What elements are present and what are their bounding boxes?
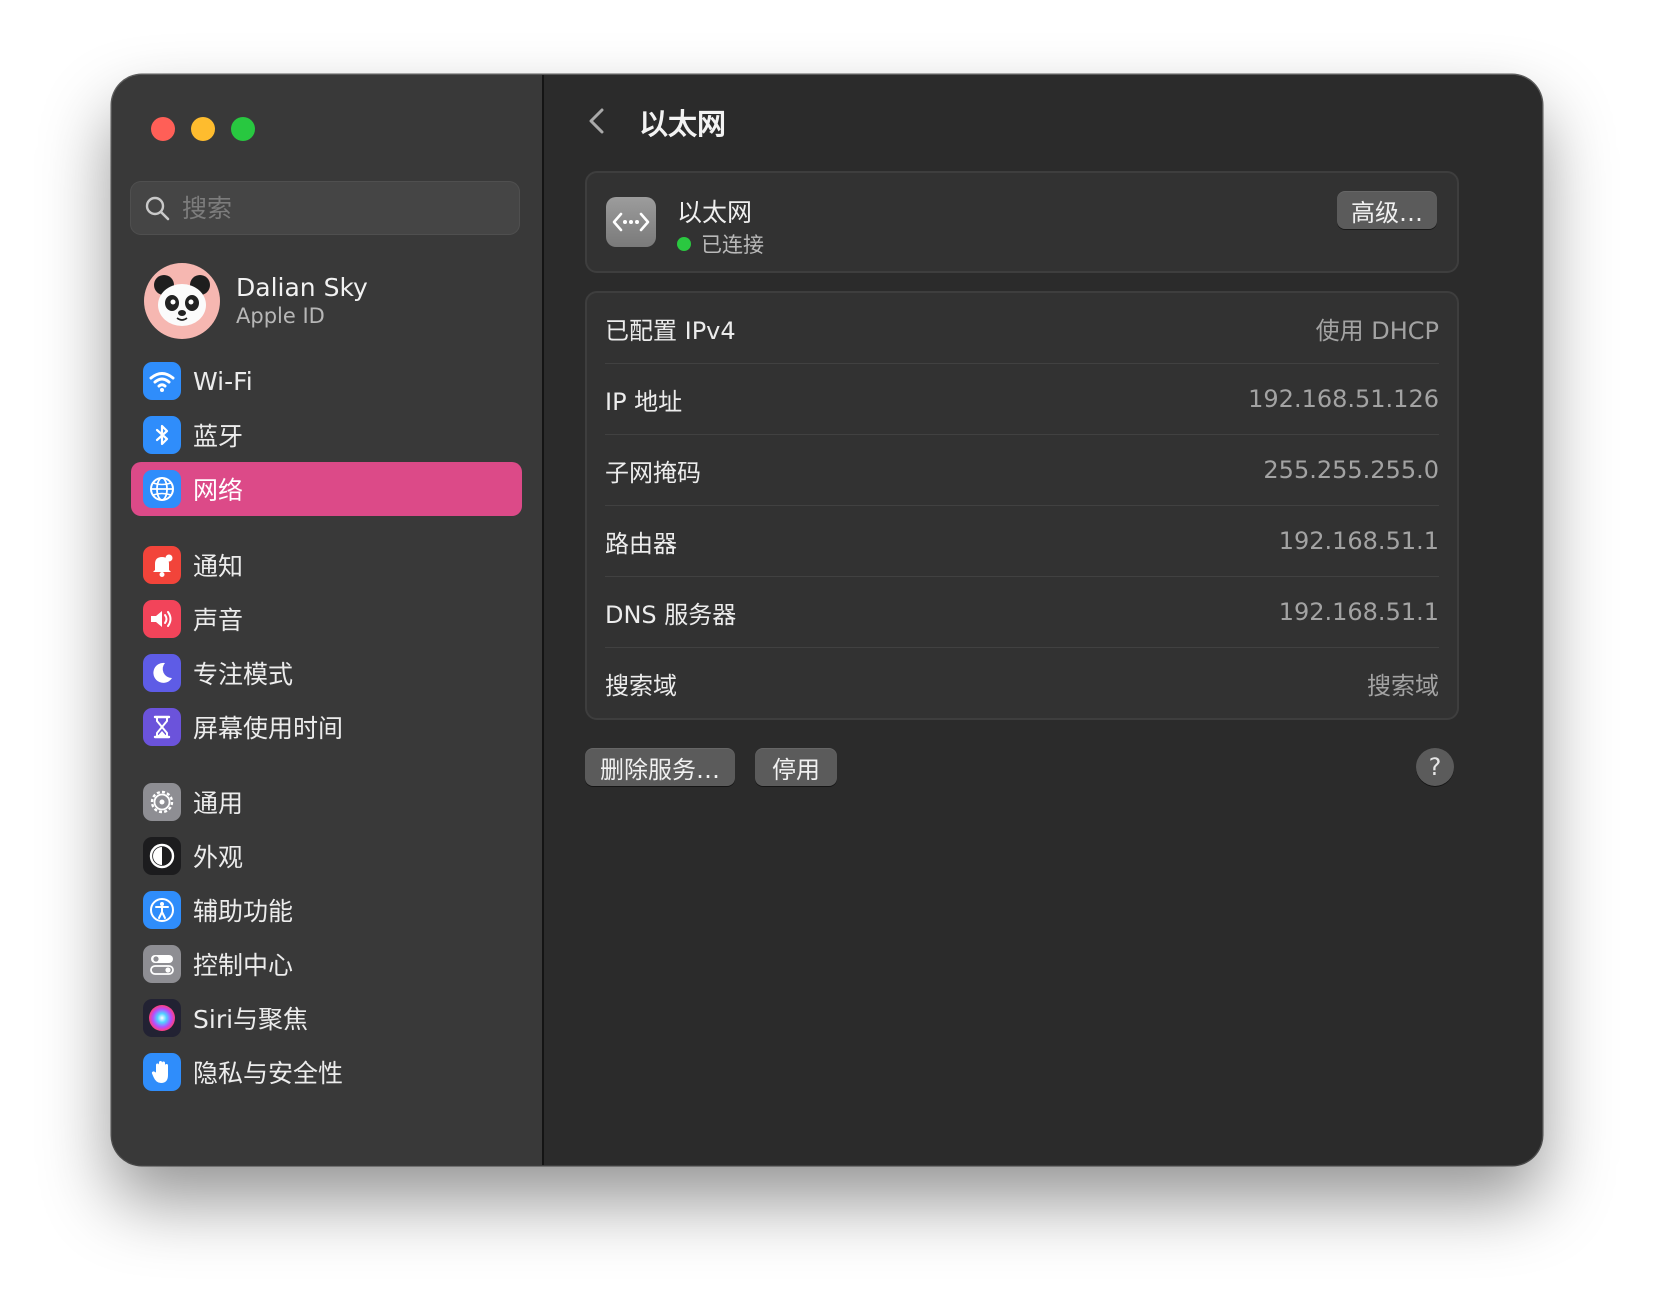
sidebar-item-label: 蓝牙 [193,422,244,451]
sidebar-item-general[interactable]: 通用 [131,775,522,829]
detail-row-dns: DNS 服务器 192.168.51.1 [605,577,1439,648]
detail-label: 搜索域 [605,671,677,700]
detail-label: IP 地址 [605,387,683,416]
detail-row-search-domain: 搜索域 搜索域 [605,648,1439,718]
sidebar-group-connectivity: Wi-Fi 蓝牙 网络 [131,354,522,516]
sidebar-item-label: 通用 [193,789,244,818]
sidebar-item-siri[interactable]: Siri与聚焦 [131,991,522,1045]
avatar [144,263,220,339]
window-controls [151,117,255,141]
appearance-icon [143,837,181,875]
sidebar: Dalian Sky Apple ID Wi-Fi [112,75,544,1165]
hourglass-icon [143,708,181,746]
panda-avatar-icon [154,275,210,326]
sidebar-item-notifications[interactable]: 通知 [131,538,522,592]
sidebar-item-label: 声音 [193,606,244,635]
zoom-button[interactable] [231,117,255,141]
detail-value: 192.168.51.1 [1278,527,1439,555]
sidebar-item-accessibility[interactable]: 辅助功能 [131,883,522,937]
sidebar-group-system: 通用 外观 辅助功能 控制中心 Siri与聚焦 隐私与安全性 [131,775,522,1099]
sidebar-item-label: 网络 [193,476,244,505]
sidebar-item-label: 通知 [193,552,244,581]
sidebar-item-network[interactable]: 网络 [131,462,522,516]
ethernet-icon [606,197,656,247]
advanced-button[interactable]: 高级… [1337,191,1437,229]
profile-name: Dalian Sky [236,273,368,302]
sidebar-item-privacy[interactable]: 隐私与安全性 [131,1045,522,1099]
detail-label: 已配置 IPv4 [605,316,736,345]
sidebar-item-appearance[interactable]: 外观 [131,829,522,883]
speaker-icon [143,600,181,638]
detail-row-router: 路由器 192.168.51.1 [605,506,1439,577]
detail-value: 192.168.51.1 [1278,598,1439,626]
search-icon [145,196,170,221]
detail-value: 搜索域 [1367,671,1439,700]
page-title: 以太网 [639,107,727,141]
disable-button[interactable]: 停用 [755,748,837,786]
detail-row-ipv4[interactable]: 已配置 IPv4 使用 DHCP [605,293,1439,364]
settings-window: Dalian Sky Apple ID Wi-Fi [112,75,1542,1165]
sidebar-item-label: Wi-Fi [193,366,253,396]
sidebar-item-label: 专注模式 [193,660,294,689]
minimize-button[interactable] [191,117,215,141]
service-card: 以太网 已连接 高级… [585,171,1459,273]
sidebar-item-wifi[interactable]: Wi-Fi [131,354,522,408]
detail-label: 路由器 [605,529,677,558]
status-text: 已连接 [701,233,764,257]
profile-subtitle: Apple ID [236,304,325,328]
help-button[interactable]: ? [1416,748,1454,786]
moon-icon [143,654,181,692]
gear-icon [143,783,181,821]
sidebar-item-label: 隐私与安全性 [193,1059,344,1088]
bell-icon [143,546,181,584]
sidebar-item-label: 屏幕使用时间 [193,714,344,743]
details-card: 已配置 IPv4 使用 DHCP IP 地址 192.168.51.126 子网… [585,291,1459,720]
sidebar-group-attention: 通知 声音 专注模式 屏幕使用时间 [131,538,522,754]
search-input[interactable] [180,192,504,224]
detail-label: DNS 服务器 [605,600,737,629]
sidebar-item-screen-time[interactable]: 屏幕使用时间 [131,700,522,754]
status-dot-icon [677,237,691,251]
detail-value: 192.168.51.126 [1248,385,1439,413]
detail-row-subnet: 子网掩码 255.255.255.0 [605,435,1439,506]
toggles-icon [143,945,181,983]
close-button[interactable] [151,117,175,141]
globe-icon [143,470,181,508]
sidebar-item-control-center[interactable]: 控制中心 [131,937,522,991]
apple-id-profile[interactable]: Dalian Sky Apple ID [144,263,368,339]
sidebar-item-sound[interactable]: 声音 [131,592,522,646]
hand-icon [143,1053,181,1091]
remove-service-button[interactable]: 删除服务… [585,748,735,786]
siri-icon [143,999,181,1037]
wifi-icon [143,362,181,400]
sidebar-item-focus[interactable]: 专注模式 [131,646,522,700]
detail-row-ip-address: IP 地址 192.168.51.126 [605,364,1439,435]
service-status: 已连接 [677,229,764,259]
sidebar-item-label: Siri与聚焦 [193,1005,309,1034]
detail-label: 子网掩码 [605,458,701,487]
chevron-left-icon[interactable] [582,105,614,137]
main-pane: 以太网 以太网 已连接 高级… 已配置 IPv4 使用 DHCP IP 地址 1… [544,75,1542,1165]
detail-value: 使用 DHCP [1315,316,1439,345]
search-field[interactable] [130,181,520,235]
bluetooth-icon [143,416,181,454]
detail-value: 255.255.255.0 [1263,456,1439,484]
service-name: 以太网 [677,198,753,227]
sidebar-item-bluetooth[interactable]: 蓝牙 [131,408,522,462]
sidebar-item-label: 辅助功能 [193,897,294,926]
accessibility-icon [143,891,181,929]
sidebar-item-label: 外观 [193,843,244,872]
sidebar-item-label: 控制中心 [193,951,294,980]
